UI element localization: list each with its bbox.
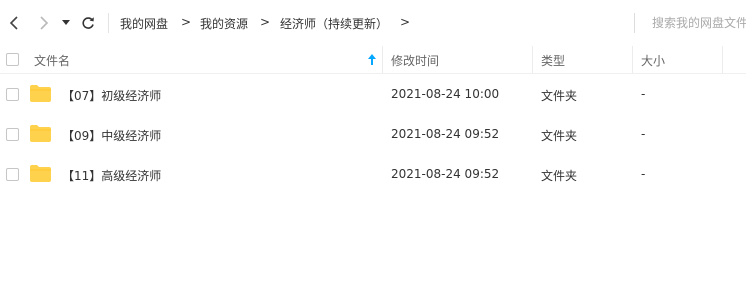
file-type: 文件夹 [541,89,578,103]
column-divider[interactable] [722,46,723,73]
header-modified-time[interactable]: 修改时间 [391,52,439,69]
breadcrumb-my-drive[interactable]: 我的网盘 [120,15,168,32]
dropdown-triangle-icon [62,20,70,25]
column-divider[interactable] [382,46,383,73]
breadcrumb-my-resources[interactable]: 我的资源 [200,15,248,32]
breadcrumb-separator: > [400,15,411,29]
refresh-button[interactable] [78,13,98,33]
row-checkbox[interactable] [6,128,19,141]
history-dropdown-button[interactable] [58,13,74,33]
breadcrumb-current-folder: 经济师（持续更新） [280,17,389,31]
sort-up-arrow-icon[interactable] [368,54,376,65]
modified-time: 2021-08-24 10:00 [391,87,500,101]
back-button[interactable] [4,13,24,33]
header-size[interactable]: 大小 [641,52,665,69]
table-row[interactable]: 【11】高级经济师 2021-08-24 09:52 文件夹 - [0,154,746,194]
file-type: 文件夹 [541,169,578,183]
chevron-right-icon [40,16,49,30]
folder-icon [30,125,51,142]
select-all-checkbox[interactable] [6,53,19,66]
toolbar-divider [108,13,109,33]
forward-button[interactable] [34,13,54,33]
column-divider[interactable] [632,46,633,73]
breadcrumb-separator: > [181,15,192,29]
table-row[interactable]: 【09】中级经济师 2021-08-24 09:52 文件夹 - [0,114,746,154]
refresh-icon [82,17,94,29]
breadcrumb-separator: > [260,15,271,29]
table-row[interactable]: 【07】初级经济师 2021-08-24 10:00 文件夹 - [0,74,746,114]
file-type: 文件夹 [541,129,578,143]
row-checkbox[interactable] [6,168,19,181]
search-divider [634,13,635,33]
toolbar: 我的网盘 > 我的资源 > 经济师（持续更新） > [0,0,746,46]
header-filename[interactable]: 文件名 [34,52,70,69]
search-input[interactable] [646,10,746,36]
column-divider[interactable] [532,46,533,73]
folder-icon [30,165,51,182]
folder-icon [30,85,51,102]
file-name[interactable]: 【11】高级经济师 [62,167,161,184]
row-checkbox[interactable] [6,88,19,101]
file-size: - [641,87,646,101]
modified-time: 2021-08-24 09:52 [391,167,500,181]
chevron-left-icon [9,16,18,30]
file-name[interactable]: 【09】中级经济师 [62,127,161,144]
file-name[interactable]: 【07】初级经济师 [62,87,161,104]
file-size: - [641,127,646,141]
table-header: 文件名 修改时间 类型 大小 [0,46,746,74]
header-type[interactable]: 类型 [541,52,565,69]
file-size: - [641,167,646,181]
modified-time: 2021-08-24 09:52 [391,127,500,141]
